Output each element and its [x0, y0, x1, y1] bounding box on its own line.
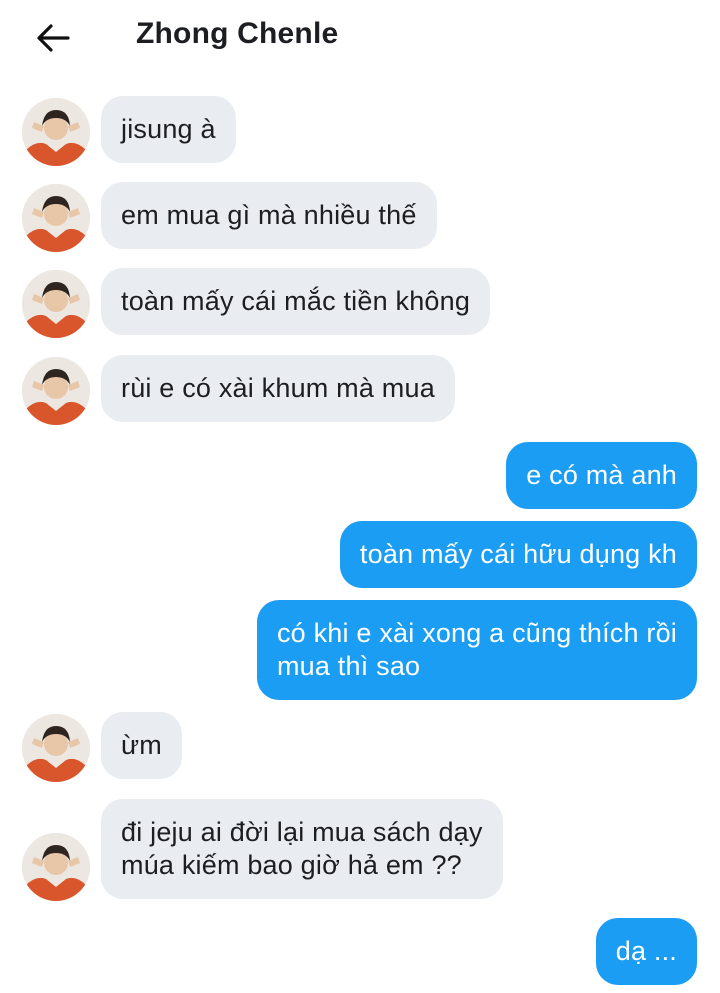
outgoing-message[interactable]: toàn mấy cái hữu dụng kh [339, 521, 697, 588]
incoming-message[interactable]: ừm [101, 712, 182, 779]
outgoing-message[interactable]: dạ ... [595, 918, 697, 985]
incoming-message[interactable]: jisung à [101, 96, 236, 163]
arrow-left-icon [37, 24, 70, 52]
avatar[interactable] [22, 270, 90, 338]
incoming-message[interactable]: rùi e có xài khum mà mua [101, 355, 455, 422]
message-row: e có mà anh [0, 442, 720, 512]
outgoing-message[interactable]: e có mà anh [506, 442, 697, 509]
message-row: ừm [0, 712, 720, 784]
message-row: toàn mấy cái mắc tiền không [0, 268, 720, 340]
message-row: rùi e có xài khum mà mua [0, 355, 720, 427]
avatar[interactable] [22, 184, 90, 252]
avatar[interactable] [22, 833, 90, 901]
contact-name[interactable]: Zhong Chenle [136, 17, 338, 51]
avatar[interactable] [22, 357, 90, 425]
incoming-message[interactable]: đi jeju ai đời lại mua sách dạy múa kiếm… [101, 799, 503, 899]
outgoing-message[interactable]: có khi e xài xong a cũng thích rồi mua t… [256, 600, 697, 700]
message-row: đi jeju ai đời lại mua sách dạy múa kiếm… [0, 799, 720, 903]
chat-header: Zhong Chenle [0, 0, 720, 76]
message-row: jisung à [0, 96, 720, 168]
message-row: có khi e xài xong a cũng thích rồi mua t… [0, 600, 720, 703]
incoming-message[interactable]: toàn mấy cái mắc tiền không [101, 268, 491, 335]
message-row: dạ ... [0, 918, 720, 988]
message-row: em mua gì mà nhiều thế [0, 182, 720, 254]
avatar[interactable] [22, 98, 90, 166]
back-button[interactable] [30, 18, 76, 58]
avatar[interactable] [22, 714, 90, 782]
incoming-message[interactable]: em mua gì mà nhiều thế [101, 182, 437, 249]
message-row: toàn mấy cái hữu dụng kh [0, 521, 720, 591]
